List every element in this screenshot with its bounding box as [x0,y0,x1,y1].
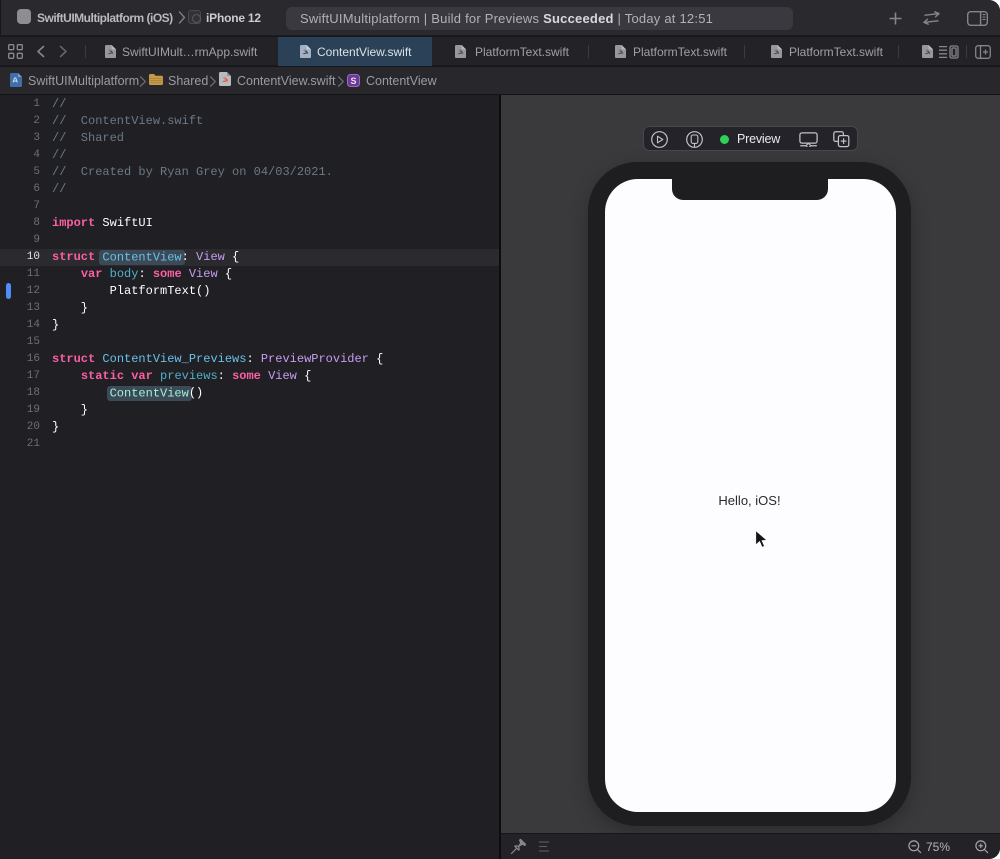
svg-text:S: S [350,76,356,86]
